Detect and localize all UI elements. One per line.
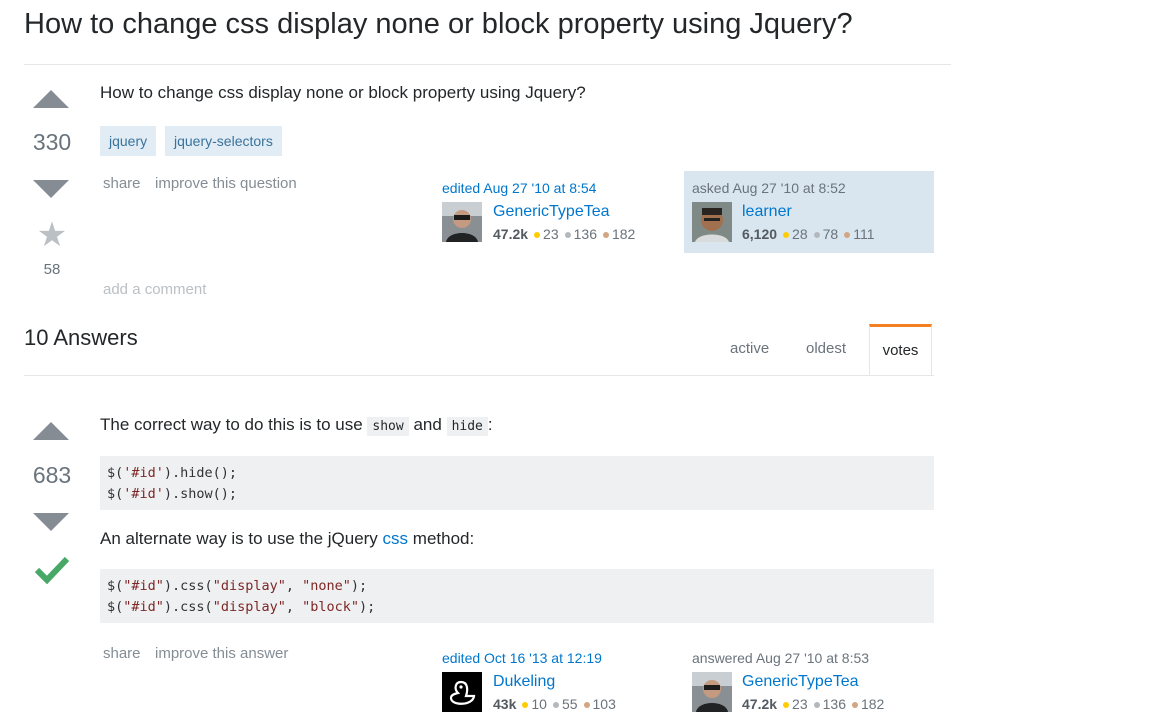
intro-text-3: : bbox=[487, 415, 493, 434]
bronze-badge-count: 182 bbox=[860, 696, 885, 712]
answer-vote-count: 683 bbox=[32, 462, 72, 488]
tab-votes[interactable]: votes bbox=[869, 324, 932, 376]
tag-jquery-selectors[interactable]: jquery-selectors bbox=[165, 126, 282, 156]
question-editor-name[interactable]: GenericTypeTea bbox=[493, 203, 610, 221]
reputation-score: 47.2k bbox=[493, 226, 529, 242]
silver-badge-count: 136 bbox=[822, 696, 846, 712]
question-asked-time: asked Aug 27 '10 at 8:52 bbox=[692, 180, 846, 196]
code-block-show-hide: $('#id').hide(); $('#id').show(); bbox=[100, 456, 934, 510]
code-line: $('#id').show(); bbox=[107, 486, 238, 502]
bronze-badge-count: 111 bbox=[853, 226, 875, 242]
answer-alternate: An alternate way is to use the jQuery cs… bbox=[100, 529, 474, 549]
inline-code-show: show bbox=[367, 417, 409, 436]
answers-divider bbox=[24, 375, 934, 376]
bronze-badge-icon bbox=[602, 231, 609, 238]
intro-text-1: The correct way to do this is to use bbox=[100, 415, 363, 434]
answer-upvote-icon[interactable] bbox=[33, 422, 69, 440]
silver-badge-icon bbox=[813, 701, 820, 708]
answer-share-link[interactable]: share bbox=[103, 645, 141, 662]
bronze-badge-icon bbox=[844, 231, 851, 238]
question-edited-time[interactable]: edited Aug 27 '10 at 8:54 bbox=[442, 180, 596, 196]
gold-badge-count: 10 bbox=[531, 696, 547, 712]
question-vote-count: 330 bbox=[32, 129, 72, 155]
answer-edited-time[interactable]: edited Oct 16 '13 at 12:19 bbox=[442, 650, 602, 666]
css-method-link[interactable]: css bbox=[383, 529, 409, 548]
bronze-badge-count: 103 bbox=[592, 696, 616, 712]
gold-badge-count: 23 bbox=[543, 226, 559, 242]
tag-jquery[interactable]: jquery bbox=[100, 126, 157, 156]
answers-count-heading: 10 Answers bbox=[24, 325, 138, 350]
answer-editor-reputation: 43k 10 55 103 bbox=[493, 696, 616, 712]
tab-votes-label: votes bbox=[882, 342, 919, 359]
avatar[interactable] bbox=[442, 202, 482, 242]
code-line: $("#id").css("display", "none"); bbox=[107, 578, 368, 594]
add-comment-link[interactable]: add a comment bbox=[103, 281, 206, 298]
question-downvote-icon[interactable] bbox=[33, 180, 69, 198]
bronze-badge-count: 182 bbox=[611, 226, 636, 242]
answer-answered-time: answered Aug 27 '10 at 8:53 bbox=[692, 650, 870, 666]
bronze-badge-icon bbox=[583, 701, 590, 708]
answer-intro: The correct way to do this is to use sho… bbox=[100, 415, 493, 436]
question-asker-reputation: 6,120 28 78 111 bbox=[742, 226, 874, 242]
gold-badge-count: 28 bbox=[792, 226, 808, 242]
favorite-star-icon[interactable]: ★ bbox=[24, 218, 80, 252]
answer-downvote-icon[interactable] bbox=[33, 513, 69, 531]
reputation-score: 47.2k bbox=[742, 696, 778, 712]
question-share-link[interactable]: share bbox=[103, 175, 141, 192]
code-block-css: $("#id").css("display", "none"); $("#id"… bbox=[100, 569, 934, 623]
tab-oldest[interactable]: oldest bbox=[806, 340, 846, 357]
question-body: How to change css display none or block … bbox=[100, 83, 586, 102]
question-upvote-icon[interactable] bbox=[33, 90, 69, 108]
title-divider bbox=[24, 64, 951, 65]
silver-badge-icon bbox=[564, 231, 571, 238]
question-improve-link[interactable]: improve this question bbox=[155, 175, 297, 192]
tab-active[interactable]: active bbox=[730, 340, 769, 357]
gold-badge-icon bbox=[783, 231, 790, 238]
question-editor-reputation: 47.2k 23 136 182 bbox=[493, 226, 635, 242]
intro-text-2: and bbox=[413, 415, 442, 434]
silver-badge-count: 55 bbox=[561, 696, 578, 712]
answer-improve-link[interactable]: improve this answer bbox=[155, 645, 288, 662]
gold-badge-icon bbox=[783, 701, 790, 708]
alt-text-2: method: bbox=[412, 529, 475, 548]
answerer-name[interactable]: GenericTypeTea bbox=[742, 673, 859, 691]
code-line: $('#id').hide(); bbox=[107, 465, 238, 481]
reputation-score: 6,120 bbox=[742, 226, 778, 242]
gold-badge-icon bbox=[522, 701, 529, 708]
avatar[interactable] bbox=[692, 672, 732, 712]
accepted-checkmark-icon bbox=[34, 556, 70, 589]
inline-code-hide: hide bbox=[446, 417, 488, 436]
reputation-score: 43k bbox=[493, 696, 517, 712]
answer-editor-name[interactable]: Dukeling bbox=[493, 673, 555, 691]
question-asker-name[interactable]: learner bbox=[742, 203, 792, 221]
bronze-badge-icon bbox=[851, 701, 858, 708]
silver-badge-icon bbox=[552, 701, 559, 708]
page-title[interactable]: How to change css display none or block … bbox=[24, 8, 853, 41]
gold-badge-count: 23 bbox=[792, 696, 808, 712]
code-line: $("#id").css("display", "block"); bbox=[107, 599, 376, 615]
favorite-count: 58 bbox=[43, 261, 61, 278]
silver-badge-count: 78 bbox=[822, 226, 839, 242]
avatar[interactable] bbox=[692, 202, 732, 242]
gold-badge-icon bbox=[534, 231, 541, 238]
silver-badge-icon bbox=[813, 231, 820, 238]
answerer-reputation: 47.2k 23 136 182 bbox=[742, 696, 884, 712]
alt-text-1: An alternate way is to use the jQuery bbox=[100, 529, 378, 548]
avatar[interactable] bbox=[442, 672, 482, 712]
silver-badge-count: 136 bbox=[573, 226, 597, 242]
